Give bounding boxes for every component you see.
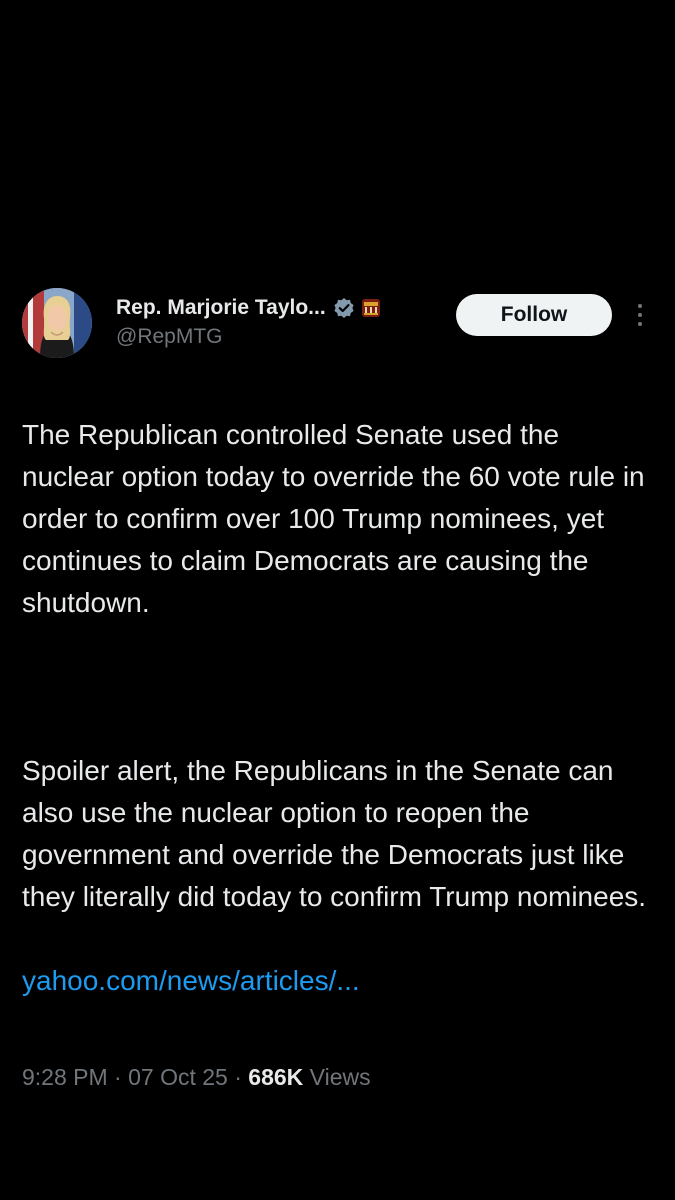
meta-separator: · bbox=[107, 1064, 129, 1090]
profile-photo bbox=[22, 288, 92, 358]
avatar[interactable] bbox=[22, 288, 92, 358]
views-count: 686K bbox=[248, 1064, 304, 1090]
follow-button[interactable]: Follow bbox=[456, 294, 612, 336]
tweet-text: The Republican controlled Senate used th… bbox=[22, 372, 653, 1044]
tweet-paragraph-1: The Republican controlled Senate used th… bbox=[22, 419, 645, 618]
name-row: Rep. Marjorie Taylo... bbox=[116, 294, 381, 322]
more-options-icon[interactable] bbox=[632, 304, 648, 330]
article-link[interactable]: yahoo.com/news/articles/... bbox=[22, 960, 653, 1002]
tweet-paragraph-2: Spoiler alert, the Republicans in the Se… bbox=[22, 755, 647, 912]
tweet-meta: 9:28 PM · 07 Oct 25 · 686K Views bbox=[22, 1064, 653, 1091]
author-info: Rep. Marjorie Taylo... @RepMTG bbox=[116, 294, 381, 349]
meta-separator: · bbox=[227, 1064, 249, 1090]
tweet-time[interactable]: 9:28 PM bbox=[22, 1064, 108, 1090]
tweet-header: Rep. Marjorie Taylo... @RepMTG Follow bbox=[22, 286, 653, 358]
display-name[interactable]: Rep. Marjorie Taylo... bbox=[116, 296, 326, 320]
views-label: Views bbox=[303, 1064, 371, 1090]
author-handle[interactable]: @RepMTG bbox=[116, 325, 381, 349]
government-affiliation-icon bbox=[361, 298, 381, 318]
verified-badge-icon bbox=[333, 297, 355, 319]
tweet: Rep. Marjorie Taylo... @RepMTG Follow Th… bbox=[22, 286, 653, 1091]
tweet-date[interactable]: 07 Oct 25 bbox=[128, 1064, 228, 1090]
